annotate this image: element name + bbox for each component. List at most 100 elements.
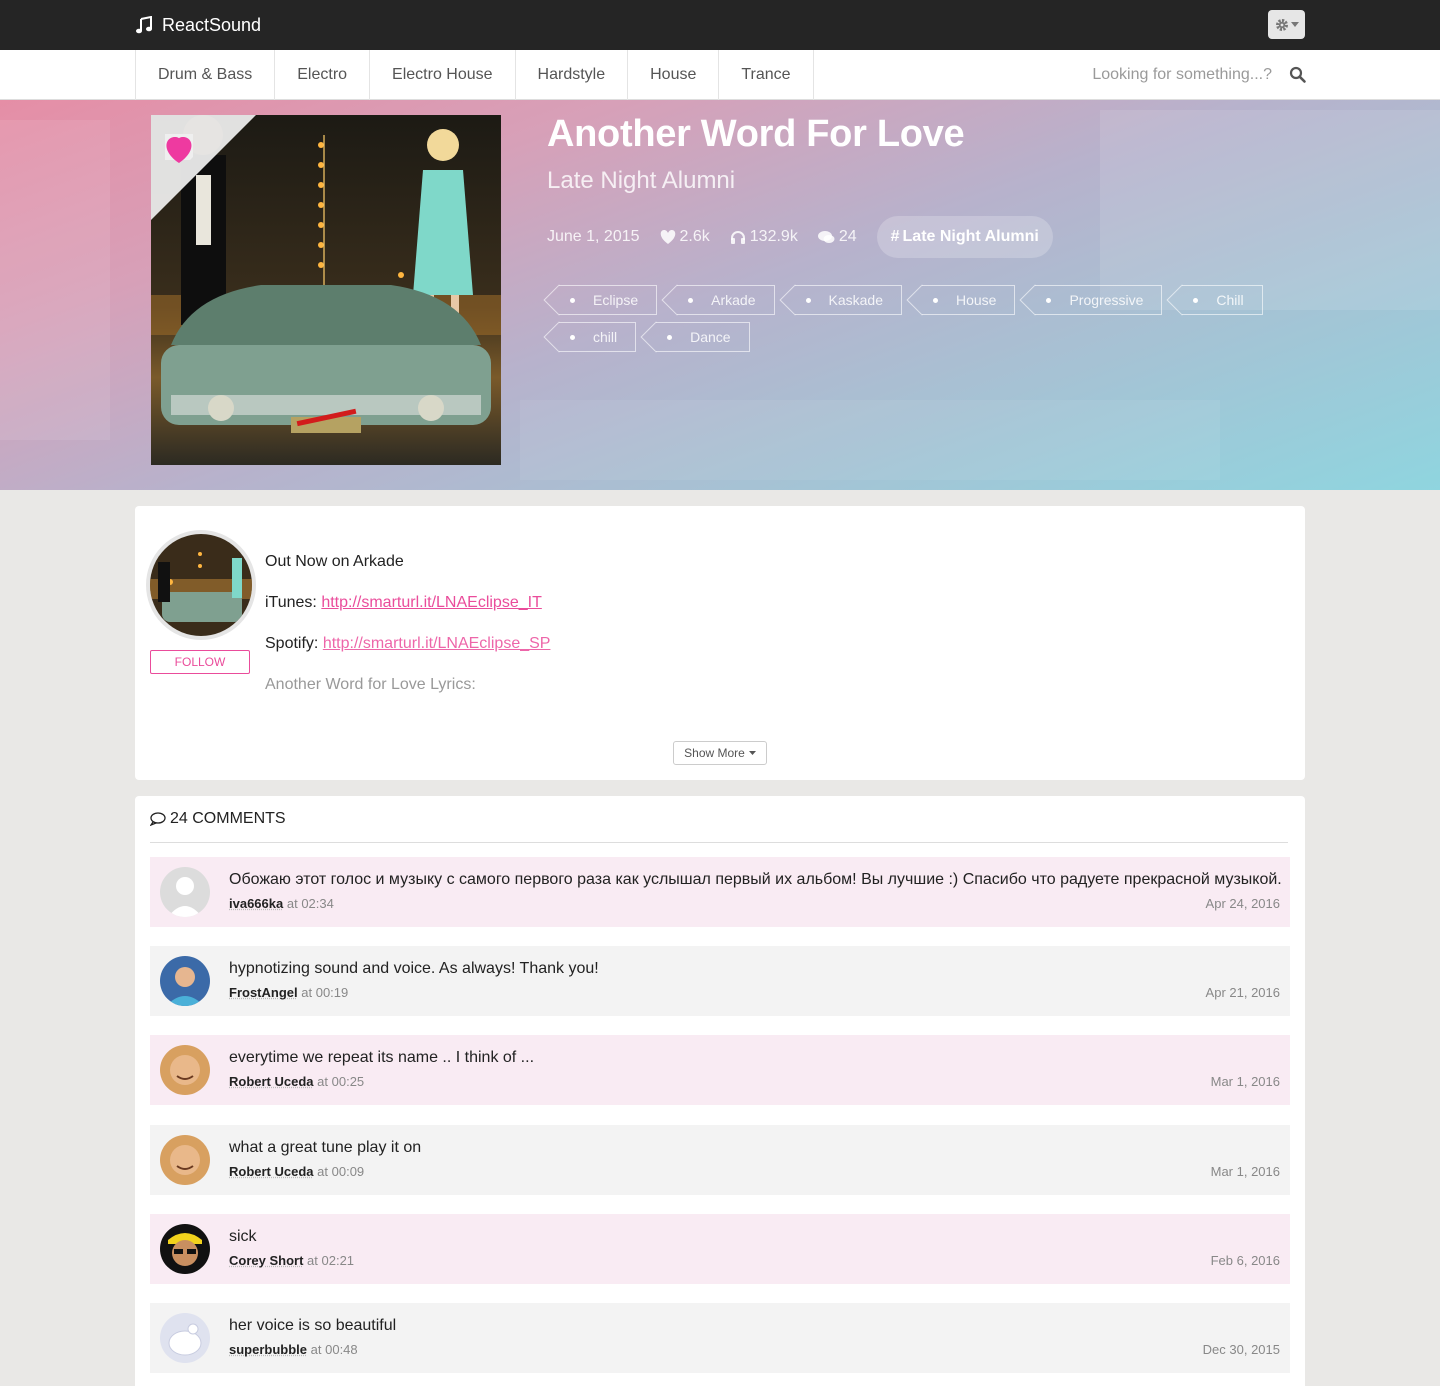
tag-chill-lower[interactable]: chill <box>559 322 636 352</box>
comment-date: Mar 1, 2016 <box>1211 1164 1280 1179</box>
avatar[interactable] <box>160 1135 210 1185</box>
caret-down-icon <box>749 751 756 755</box>
genre-electro[interactable]: Electro <box>275 50 370 100</box>
avatar[interactable] <box>160 1045 210 1095</box>
follow-button[interactable]: FOLLOW <box>150 650 250 674</box>
show-more-label: Show More <box>684 746 745 760</box>
comment-meta: Robert Uceda at 00:25 <box>229 1074 364 1089</box>
genre-house[interactable]: House <box>628 50 719 100</box>
comments-title: 24 COMMENTS <box>170 810 286 828</box>
avatar[interactable] <box>160 867 210 917</box>
tag-label: Kaskade <box>829 292 883 308</box>
comment-at: at <box>317 1074 328 1089</box>
artist-pill[interactable]: # Late Night Alumni <box>877 216 1053 258</box>
comment-text: Обожаю этот голос и музыку с самого перв… <box>229 871 1282 889</box>
tag-label: chill <box>593 329 617 345</box>
comments-icon <box>818 230 835 244</box>
comment-item: what a great tune play it on Robert Uced… <box>150 1125 1290 1195</box>
genre-drum-bass[interactable]: Drum & Bass <box>136 50 275 100</box>
hero-texture <box>0 120 110 440</box>
comment-at: at <box>287 896 298 911</box>
brand-link[interactable]: ReactSound <box>135 13 261 37</box>
comment-text: hypnotizing sound and voice. As always! … <box>229 960 599 978</box>
comment-date: Mar 1, 2016 <box>1211 1074 1280 1089</box>
comment-time[interactable]: 00:19 <box>316 985 349 1000</box>
comment-meta: FrostAngel at 00:19 <box>229 985 348 1000</box>
comment-time[interactable]: 00:25 <box>332 1074 365 1089</box>
comment-user[interactable]: Robert Uceda <box>229 1074 314 1089</box>
comment-user[interactable]: superbubble <box>229 1342 307 1357</box>
comment-time[interactable]: 00:09 <box>332 1164 365 1179</box>
itunes-label: iTunes: <box>265 594 321 611</box>
comment-item: her voice is so beautiful superbubble at… <box>150 1303 1290 1373</box>
comment-item: hypnotizing sound and voice. As always! … <box>150 946 1290 1016</box>
tag-house[interactable]: House <box>922 285 1015 315</box>
tag-eclipse[interactable]: Eclipse <box>559 285 657 315</box>
avatar[interactable] <box>146 530 256 640</box>
favorite-corner <box>151 115 256 220</box>
track-meta: June 1, 2015 2.6k 132.9k 24 # Late Night… <box>547 216 1053 258</box>
hash-icon: # <box>891 228 900 246</box>
comment-text: everytime we repeat its name .. I think … <box>229 1049 534 1067</box>
comment-meta: iva666ka at 02:34 <box>229 896 334 911</box>
likes-stat: 2.6k <box>660 228 710 246</box>
tag-label: Arkade <box>711 292 755 308</box>
description-line: Another Word for Love Lyrics: <box>265 676 476 694</box>
genre-trance[interactable]: Trance <box>719 50 813 100</box>
avatar[interactable] <box>160 1313 210 1363</box>
comment-user[interactable]: iva666ka <box>229 896 283 911</box>
comment-meta: superbubble at 00:48 <box>229 1342 358 1357</box>
comment-time[interactable]: 02:21 <box>322 1253 355 1268</box>
tag-label: House <box>956 292 996 308</box>
comment-at: at <box>317 1164 328 1179</box>
track-title: Another Word For Love <box>547 113 964 156</box>
genre-nav: Drum & Bass Electro Electro House Hardst… <box>135 50 814 100</box>
comment-text: her voice is so beautiful <box>229 1317 396 1335</box>
plays-stat: 132.9k <box>730 228 798 246</box>
spotify-link[interactable]: http://smarturl.it/LNAEclipse_SP <box>323 635 551 652</box>
gear-icon <box>1275 18 1289 32</box>
search-icon[interactable] <box>1289 66 1307 84</box>
tag-icon <box>570 298 575 303</box>
comment-time[interactable]: 00:48 <box>325 1342 358 1357</box>
comment-date: Apr 24, 2016 <box>1206 896 1280 911</box>
tag-kaskade[interactable]: Kaskade <box>795 285 902 315</box>
genre-hardstyle[interactable]: Hardstyle <box>516 50 629 100</box>
heart-icon <box>660 230 676 244</box>
tag-label: Dance <box>690 329 730 345</box>
comments-count: 24 <box>839 228 857 246</box>
description-line: Spotify: http://smarturl.it/LNAEclipse_S… <box>265 635 550 653</box>
comment-user[interactable]: Corey Short <box>229 1253 303 1268</box>
settings-dropdown-button[interactable] <box>1268 10 1305 39</box>
hero-texture <box>1100 110 1440 310</box>
tag-dance[interactable]: Dance <box>656 322 749 352</box>
comment-time[interactable]: 02:34 <box>301 896 334 911</box>
comment-meta: Corey Short at 02:21 <box>229 1253 354 1268</box>
artist-pill-label: Late Night Alumni <box>903 228 1039 246</box>
show-more-button[interactable]: Show More <box>673 741 767 765</box>
search-input[interactable] <box>1090 62 1280 88</box>
comment-text: sick <box>229 1228 257 1246</box>
genre-electro-house[interactable]: Electro House <box>370 50 516 100</box>
spotify-label: Spotify: <box>265 635 323 652</box>
caret-down-icon <box>1291 22 1299 27</box>
avatar[interactable] <box>160 1224 210 1274</box>
likes-count: 2.6k <box>680 228 710 246</box>
comment-user[interactable]: FrostAngel <box>229 985 298 1000</box>
divider <box>150 842 1288 843</box>
track-artist[interactable]: Late Night Alumni <box>547 167 735 195</box>
tag-chill[interactable]: Chill <box>1182 285 1262 315</box>
avatar[interactable] <box>160 956 210 1006</box>
comment-meta: Robert Uceda at 00:09 <box>229 1164 364 1179</box>
comment-at: at <box>307 1253 318 1268</box>
comment-at: at <box>301 985 312 1000</box>
tag-progressive[interactable]: Progressive <box>1035 285 1162 315</box>
tag-label: Progressive <box>1069 292 1143 308</box>
headphones-icon <box>730 230 746 244</box>
tag-icon <box>806 298 811 303</box>
comment-user[interactable]: Robert Uceda <box>229 1164 314 1179</box>
tag-arkade[interactable]: Arkade <box>677 285 774 315</box>
itunes-link[interactable]: http://smarturl.it/LNAEclipse_IT <box>321 594 542 611</box>
tag-label: Chill <box>1216 292 1243 308</box>
music-note-icon <box>135 16 153 34</box>
